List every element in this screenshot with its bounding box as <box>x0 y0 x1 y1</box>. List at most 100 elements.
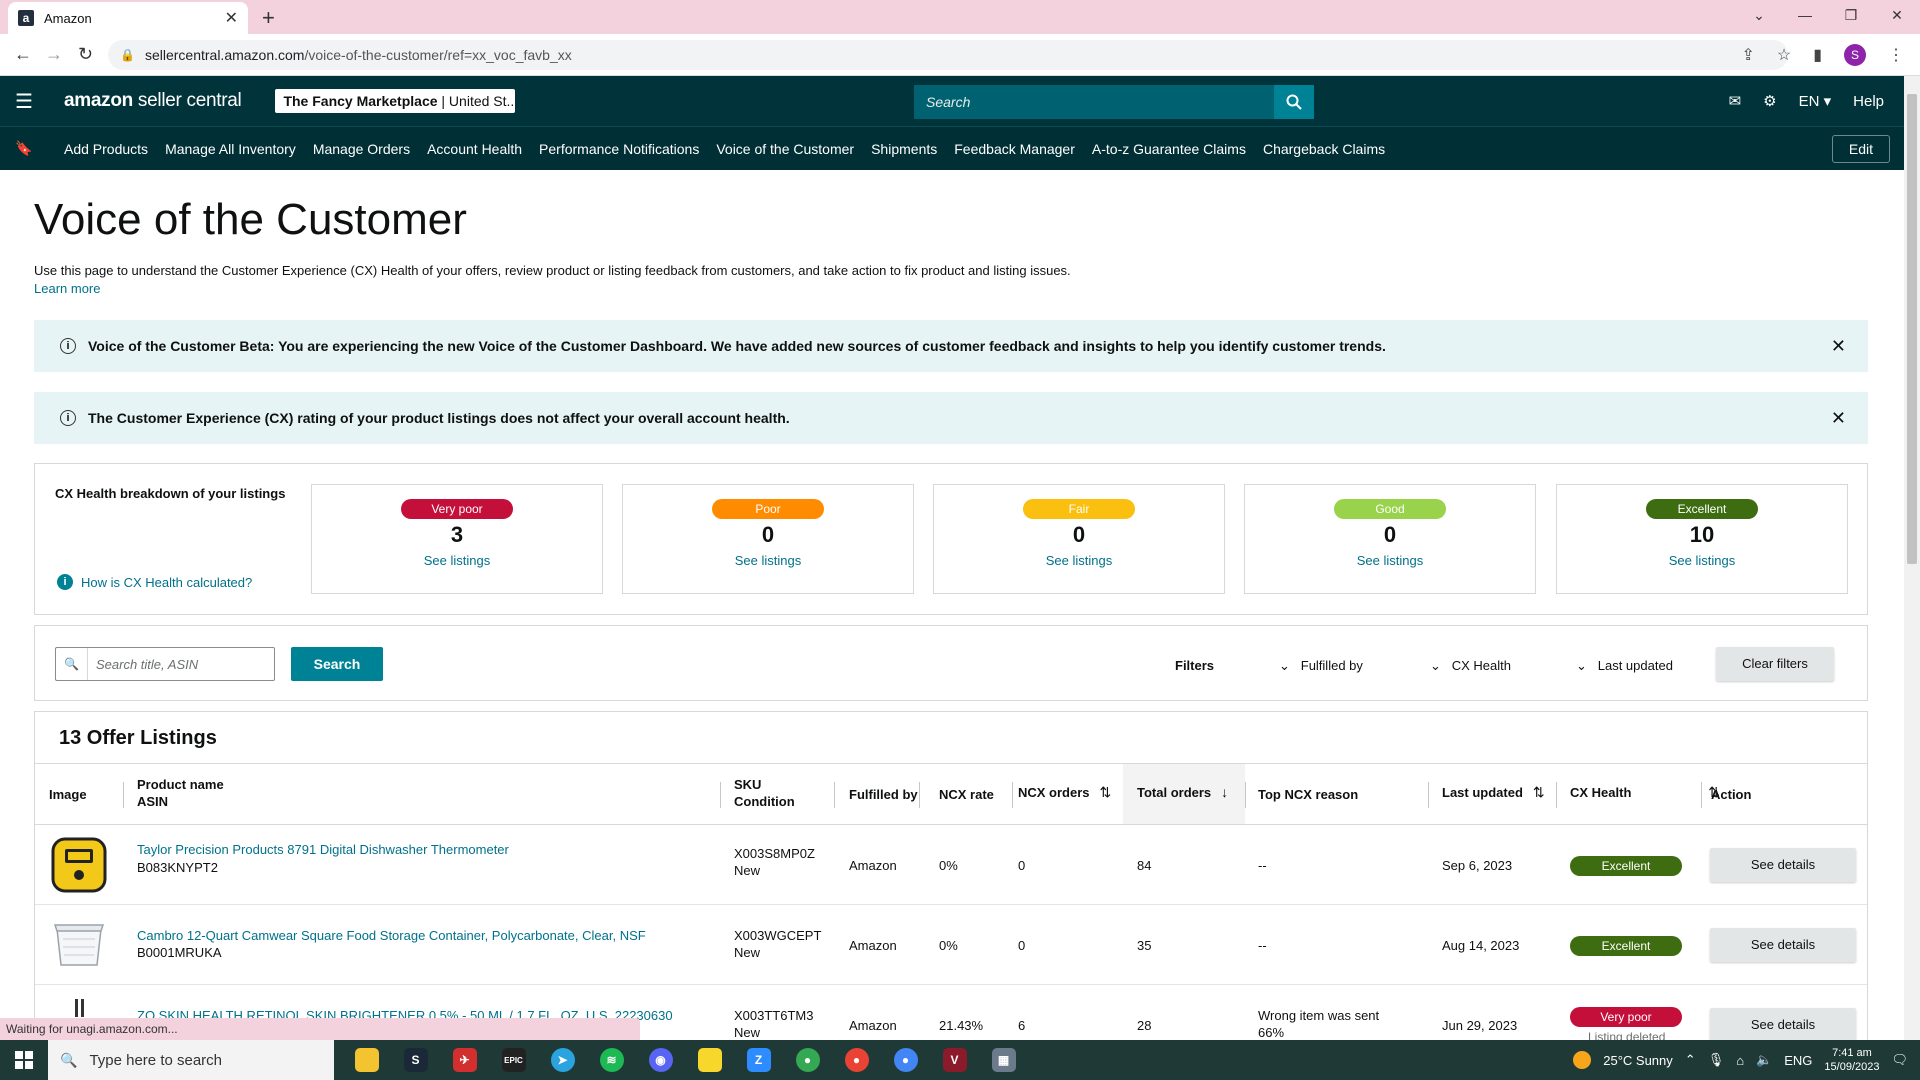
help-link[interactable]: Help <box>1853 93 1884 110</box>
microphone-icon[interactable]: 🎙 <box>1708 1052 1725 1068</box>
steam-icon[interactable]: S <box>391 1040 440 1080</box>
see-details-button[interactable]: See details <box>1710 928 1856 962</box>
search-icon[interactable] <box>1274 85 1314 119</box>
scrollbar-thumb[interactable] <box>1907 94 1917 564</box>
bookmark-star-icon[interactable]: ☆ <box>1777 45 1791 65</box>
nav-add-products[interactable]: Add Products <box>64 141 148 157</box>
cx-health-how-text: How is CX Health calculated? <box>81 574 253 590</box>
back-icon[interactable]: ← <box>14 44 32 65</box>
mail-icon[interactable]: ✉ <box>1729 92 1742 110</box>
tab-search-icon[interactable]: ⌄ <box>1736 4 1782 26</box>
status-badge: Poor <box>712 499 824 519</box>
listing-search-input[interactable] <box>88 656 274 672</box>
chrome-active-icon[interactable]: ● <box>881 1040 930 1080</box>
top-ncx-reason-percent: 66% <box>1258 1025 1285 1040</box>
new-tab-icon[interactable]: + <box>262 5 275 31</box>
see-listings-link[interactable]: See listings <box>312 553 602 568</box>
share-icon[interactable]: ⇪ <box>1741 45 1754 65</box>
fulfilled-by-filter[interactable]: ⌄ Fulfilled by <box>1279 658 1363 674</box>
top-ncx-reason-value: -- <box>1258 938 1267 953</box>
col-product-name[interactable]: Product name ASIN <box>137 776 224 810</box>
telegram-icon[interactable]: ➤ <box>538 1040 587 1080</box>
sort-icon[interactable]: ⇅ <box>1533 784 1545 800</box>
close-tab-icon[interactable]: ✕ <box>225 8 238 28</box>
nav-account-health[interactable]: Account Health <box>427 141 522 157</box>
product-title-link[interactable]: Cambro 12-Quart Camwear Square Food Stor… <box>137 927 646 944</box>
col-cx-health[interactable]: CX Health ⇅ <box>1570 784 1720 801</box>
sort-descending-icon[interactable]: ↓ <box>1221 784 1228 800</box>
col-last-updated[interactable]: Last updated ⇅ <box>1442 784 1545 801</box>
search-button[interactable]: Search <box>291 647 383 681</box>
show-hidden-icons-icon[interactable]: ⌃ <box>1685 1052 1696 1068</box>
game-launcher-icon[interactable]: ✈ <box>440 1040 489 1080</box>
reload-icon[interactable]: ↻ <box>78 44 93 65</box>
col-sku[interactable]: SKU Condition <box>734 776 795 810</box>
chrome-profile-icon[interactable]: ● <box>832 1040 881 1080</box>
close-icon[interactable]: ✕ <box>1831 408 1846 429</box>
edit-nav-button[interactable]: Edit <box>1831 135 1890 163</box>
profile-avatar[interactable]: S <box>1844 44 1866 66</box>
col-top-ncx-reason[interactable]: Top NCX reason <box>1258 786 1358 803</box>
close-icon[interactable]: ✕ <box>1831 336 1846 357</box>
sort-icon[interactable]: ⇅ <box>1100 784 1112 800</box>
hamburger-menu-icon[interactable]: ☰ <box>0 89 48 114</box>
restore-icon[interactable]: ❐ <box>1828 4 1874 26</box>
nav-shipments[interactable]: Shipments <box>871 141 937 157</box>
col-total-orders[interactable]: Total orders ↓ <box>1137 784 1228 801</box>
header-search-input[interactable] <box>914 85 1274 119</box>
seller-central-logo[interactable]: amazon seller central <box>64 90 242 112</box>
windows-start-icon[interactable] <box>0 1040 48 1080</box>
last-updated-filter[interactable]: ⌄ Last updated <box>1576 658 1673 674</box>
see-details-button[interactable]: See details <box>1710 1008 1856 1040</box>
browser-menu-icon[interactable]: ⋮ <box>1888 45 1904 65</box>
see-details-button[interactable]: See details <box>1710 848 1856 882</box>
nav-feedback-manager[interactable]: Feedback Manager <box>954 141 1075 157</box>
nav-chargeback-claims[interactable]: Chargeback Claims <box>1263 141 1385 157</box>
bookmark-icon[interactable]: 🔖 <box>0 140 48 157</box>
col-ncx-rate[interactable]: NCX rate <box>939 786 994 803</box>
volume-icon[interactable]: 🔈 <box>1756 1052 1772 1068</box>
product-title-link[interactable]: Taylor Precision Products 8791 Digital D… <box>137 841 509 858</box>
learn-more-link[interactable]: Learn more <box>34 281 100 296</box>
notifications-icon[interactable]: 🗨 <box>1891 1052 1908 1068</box>
clear-filters-button[interactable]: Clear filters <box>1716 647 1834 681</box>
col-ncx-orders[interactable]: NCX orders ⇅ <box>1018 784 1111 801</box>
sticky-notes-icon[interactable] <box>685 1040 734 1080</box>
file-explorer-icon[interactable] <box>342 1040 391 1080</box>
minimize-icon[interactable]: — <box>1782 4 1828 26</box>
nav-voice-of-the-customer[interactable]: Voice of the Customer <box>716 141 854 157</box>
lock-icon[interactable]: 🔒 <box>120 48 135 62</box>
cx-health-how-link[interactable]: i How is CX Health calculated? <box>57 574 252 590</box>
epic-games-icon[interactable]: EPIC <box>489 1040 538 1080</box>
see-listings-link[interactable]: See listings <box>623 553 913 568</box>
see-listings-link[interactable]: See listings <box>1245 553 1535 568</box>
forward-icon[interactable]: → <box>45 44 63 65</box>
side-panel-icon[interactable]: ▮ <box>1813 45 1822 65</box>
marketplace-switcher[interactable]: The Fancy Marketplace | United St... <box>275 89 516 113</box>
zoom-icon[interactable]: Z <box>734 1040 783 1080</box>
nav-a-to-z-claims[interactable]: A-to-z Guarantee Claims <box>1092 141 1246 157</box>
weather-text[interactable]: 25°C Sunny <box>1603 1053 1673 1068</box>
browser-tab[interactable]: a Amazon ✕ <box>8 2 248 34</box>
nav-performance-notifications[interactable]: Performance Notifications <box>539 141 699 157</box>
spotify-icon[interactable]: ≋ <box>587 1040 636 1080</box>
language-selector[interactable]: EN ▾ <box>1799 92 1832 110</box>
url-field[interactable]: 🔒 sellercentral.amazon.com /voice-of-the… <box>108 40 1788 70</box>
chrome-icon[interactable]: ● <box>783 1040 832 1080</box>
language-indicator[interactable]: ENG <box>1784 1053 1812 1068</box>
close-window-icon[interactable]: ✕ <box>1874 4 1920 26</box>
nav-manage-all-inventory[interactable]: Manage All Inventory <box>165 141 296 157</box>
vivaldi-icon[interactable]: V <box>930 1040 979 1080</box>
col-fulfilled-by[interactable]: Fulfilled by <box>849 786 918 803</box>
calculator-icon[interactable]: ▦ <box>979 1040 1028 1080</box>
cx-health-filter[interactable]: ⌄ CX Health <box>1430 658 1511 674</box>
discord-icon[interactable]: ◉ <box>636 1040 685 1080</box>
page-scrollbar[interactable] <box>1904 76 1920 1040</box>
see-listings-link[interactable]: See listings <box>934 553 1224 568</box>
taskbar-search[interactable]: 🔍 Type here to search <box>48 1040 334 1080</box>
nav-manage-orders[interactable]: Manage Orders <box>313 141 410 157</box>
taskbar-clock[interactable]: 7:41 am 15/09/2023 <box>1824 1046 1879 1074</box>
see-listings-link[interactable]: See listings <box>1557 553 1847 568</box>
network-icon[interactable]: ⌂ <box>1736 1053 1744 1068</box>
gear-icon[interactable]: ⚙ <box>1763 92 1776 110</box>
